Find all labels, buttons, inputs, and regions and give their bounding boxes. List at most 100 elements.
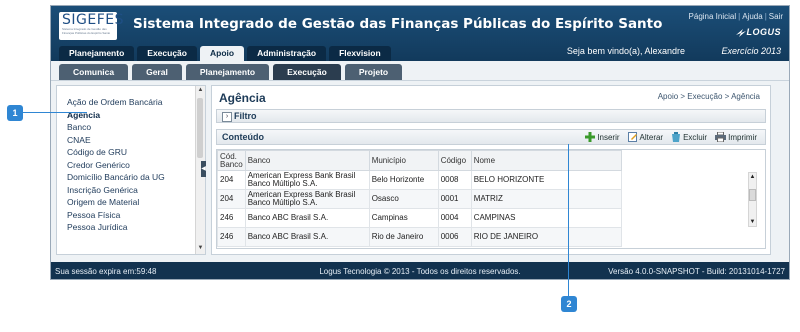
content-header: Conteúdo Inserir Alterar Excluir Imprimi… [216,129,766,145]
callout-1-line [23,112,87,113]
print-label: Imprimir [728,132,757,142]
sidebar-item-inscricao-generica[interactable]: Inscrição Genérica [67,184,205,197]
cell-municipio: Belo Horizonte [368,170,439,190]
column-header-banco[interactable]: Banco [244,150,370,171]
sub-nav-bar: Comunica Geral Planejamento Execução Pro… [51,61,789,81]
table-row[interactable]: 246 Banco ABC Brasil S.A. Rio de Janeiro… [217,227,622,247]
table-row[interactable]: 246 Banco ABC Brasil S.A. Campinas 0004 … [217,208,622,228]
sidebar-item-origem-material[interactable]: Origem de Material [67,196,205,209]
logus-logo: LOGUS [736,27,781,37]
cell-nome: CAMPINAS [470,208,622,228]
main-tab-apoio[interactable]: Apoio [199,46,245,61]
main-nav: Planejamento Execução Apoio Administraçã… [59,46,391,61]
sub-tab-projeto[interactable]: Projeto [344,64,403,80]
cell-cod-banco: 204 [217,170,246,190]
edit-button[interactable]: Alterar [627,132,664,142]
sidebar-item-banco[interactable]: Banco [67,121,205,134]
footer-bar: Sua sessão expira em:59:48 Logus Tecnolo… [51,262,789,279]
logo-text: SIGEFES [62,12,124,28]
cell-banco: American Express Bank Brasil Banco Múlti… [244,189,370,209]
cell-nome: BELO HORIZONTE [470,170,622,190]
header-bar: SIGEFES Sistema Integrado de Gestão das … [51,6,789,61]
sidebar-menu: Ação de Ordem Bancária Agência Banco CNA… [56,85,206,255]
cell-cod-banco: 246 [217,208,246,228]
callout-1: 1 [7,105,23,121]
scroll-up-icon[interactable]: ▲ [197,87,204,95]
column-header-nome[interactable]: Nome [470,150,622,171]
plus-icon [585,132,596,142]
cell-banco: Banco ABC Brasil S.A. [244,208,370,228]
cell-cod-banco: 246 [217,227,246,247]
scroll-down-icon[interactable]: ▼ [749,219,756,225]
link-home[interactable]: Página Inicial [689,12,737,21]
sidebar-item-agencia[interactable]: Agência [67,109,205,122]
sub-tab-execucao[interactable]: Execução [273,64,341,80]
cell-nome: MATRIZ [470,189,622,209]
fiscal-year: Exercício 2013 [721,46,781,56]
sidebar-item-pessoa-fisica[interactable]: Pessoa Física [67,209,205,222]
callout-2-line [568,144,569,296]
toolbar: Inserir Alterar Excluir Imprimir [585,132,757,142]
delete-icon [672,132,681,142]
sub-tab-planejamento[interactable]: Planejamento [185,64,270,80]
scrollbar-thumb[interactable] [197,98,203,158]
edit-icon [627,132,637,142]
breadcrumb: Apoio > Execução > Agência [657,92,760,101]
sidebar-item-pessoa-juridica[interactable]: Pessoa Jurídica [67,221,205,234]
main-tab-planejamento[interactable]: Planejamento [59,46,135,61]
insert-label: Inserir [597,132,620,142]
expand-icon: › [222,112,232,122]
column-header-cod-banco[interactable]: Cód. Banco [217,150,246,171]
sidebar-collapse-handle[interactable]: ◀ [201,161,206,177]
column-header-codigo[interactable]: Código [437,150,472,171]
callout-2: 2 [561,296,577,312]
edit-label: Alterar [639,132,664,142]
version-info: Versão 4.0.0-SNAPSHOT - Build: 20131014-… [608,267,785,276]
link-help[interactable]: Ajuda [742,12,762,21]
sidebar-item-codigo-gru[interactable]: Código de GRU [67,146,205,159]
sub-tab-geral[interactable]: Geral [132,64,182,80]
cell-banco: American Express Bank Brasil Banco Múlti… [244,170,370,190]
filter-label: Filtro [234,111,257,121]
print-button[interactable]: Imprimir [715,132,757,142]
scrollbar-thumb[interactable] [749,189,756,201]
welcome-text: Seja bem vindo(a), Alexandre [566,46,685,56]
logo-tagline: Sistema Integrado de Gestão das Finanças… [62,27,111,35]
system-title: Sistema Integrado de Gestão das Finanças… [133,16,663,32]
main-tab-execucao[interactable]: Execução [137,46,197,61]
main-tab-administracao[interactable]: Administração [247,46,327,61]
print-icon [715,132,727,142]
sidebar-item-acao-ordem-bancaria[interactable]: Ação de Ordem Bancária [67,96,205,109]
scroll-down-icon[interactable]: ▼ [197,245,204,253]
table-row[interactable]: 204 American Express Bank Brasil Banco M… [217,189,622,209]
scroll-up-icon[interactable]: ▲ [749,174,756,180]
sidebar-item-cnae[interactable]: CNAE [67,134,205,147]
sub-tab-comunica[interactable]: Comunica [59,64,129,80]
cell-codigo: 0004 [437,208,472,228]
table-scrollbar[interactable]: ▲ ▼ [748,172,757,227]
logus-text: LOGUS [746,27,781,37]
cell-municipio: Rio de Janeiro [368,227,439,247]
cell-codigo: 0006 [437,227,472,247]
sidebar-item-credor-generico[interactable]: Credor Genérico [67,159,205,172]
table-row[interactable]: 204 American Express Bank Brasil Banco M… [217,170,622,190]
link-logout[interactable]: Sair [769,12,783,21]
filter-toggle[interactable]: › Filtro [216,109,766,123]
cell-banco: Banco ABC Brasil S.A. [244,227,370,247]
cell-codigo: 0008 [437,170,472,190]
insert-button[interactable]: Inserir [585,132,620,142]
top-links: Página Inicial | Ajuda | Sair [688,12,783,21]
sigefes-logo: SIGEFES Sistema Integrado de Gestão das … [59,12,124,40]
cell-codigo: 0001 [437,189,472,209]
delete-button[interactable]: Excluir [671,132,707,142]
column-header-municipio[interactable]: Município [368,150,439,171]
agencias-table: Cód. Banco Banco Município Código Nome 2… [216,149,766,249]
main-tab-flexvision[interactable]: Flexvision [329,46,391,61]
cell-nome: RIO DE JANEIRO [470,227,622,247]
sub-nav: Comunica Geral Planejamento Execução Pro… [59,64,403,80]
sidebar-item-domicilio-bancario[interactable]: Domicílio Bancário da UG [67,171,205,184]
delete-label: Excluir [683,132,708,142]
cell-municipio: Osasco [368,189,439,209]
content-label: Conteúdo [222,132,264,142]
logus-mark-icon [736,28,747,37]
